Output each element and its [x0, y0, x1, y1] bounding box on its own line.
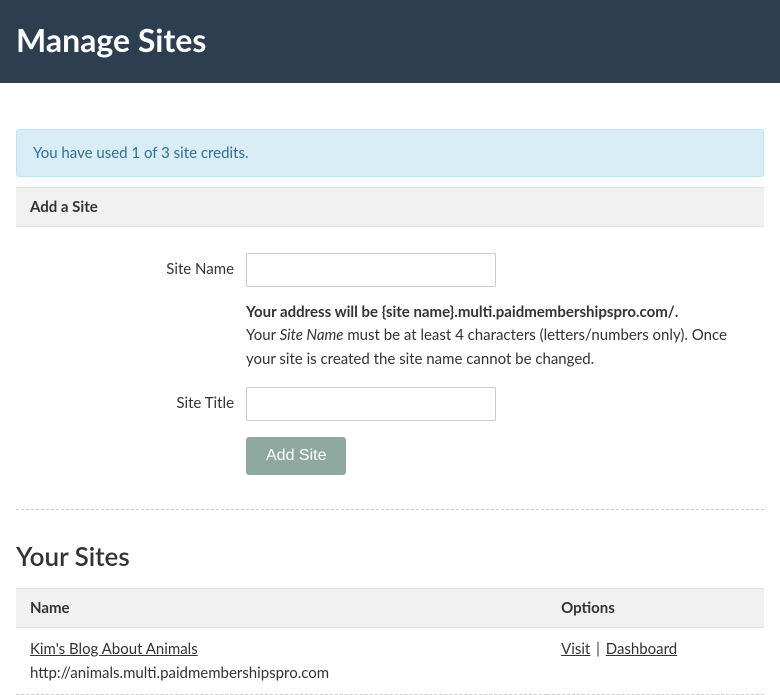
sites-table: Name Options Kim's Blog About Animals ht…: [16, 588, 764, 695]
your-sites-heading: Your Sites: [16, 540, 764, 572]
add-site-button[interactable]: Add Site: [246, 437, 346, 475]
site-title-label: Site Title: [16, 387, 246, 412]
page-header: Manage Sites: [0, 0, 780, 83]
col-options-header: Options: [547, 588, 764, 627]
page-content: You have used 1 of 3 site credits. Add a…: [0, 129, 780, 695]
credits-notice: You have used 1 of 3 site credits.: [16, 129, 764, 177]
add-site-section-header: Add a Site: [16, 187, 764, 227]
submit-row: Add Site: [16, 437, 764, 475]
site-url-text: http://animals.multi.paidmembershipspro.…: [30, 664, 533, 682]
site-name-label: Site Name: [16, 253, 246, 278]
site-name-help-bold: Your address will be {site name}.multi.p…: [246, 303, 678, 321]
site-name-help-pre: Your: [246, 326, 280, 344]
site-title-row: Site Title: [16, 387, 764, 421]
col-name-header: Name: [16, 588, 547, 627]
site-name-help: Your address will be {site name}.multi.p…: [246, 301, 746, 371]
site-name-row: Site Name Your address will be {site nam…: [16, 253, 764, 371]
site-name-input[interactable]: [246, 253, 496, 287]
visit-link[interactable]: Visit: [561, 640, 590, 658]
site-name-help-em: Site Name: [280, 326, 344, 344]
table-row: Kim's Blog About Animals http://animals.…: [16, 627, 764, 694]
site-name-link[interactable]: Kim's Blog About Animals: [30, 640, 198, 658]
site-title-input[interactable]: [246, 387, 496, 421]
credits-notice-text: You have used 1 of 3 site credits.: [33, 144, 248, 162]
add-site-section-title: Add a Site: [30, 198, 98, 216]
add-site-form: Site Name Your address will be {site nam…: [16, 227, 764, 510]
options-separator: |: [590, 640, 605, 658]
dashboard-link[interactable]: Dashboard: [606, 640, 677, 658]
page-title: Manage Sites: [16, 20, 764, 59]
